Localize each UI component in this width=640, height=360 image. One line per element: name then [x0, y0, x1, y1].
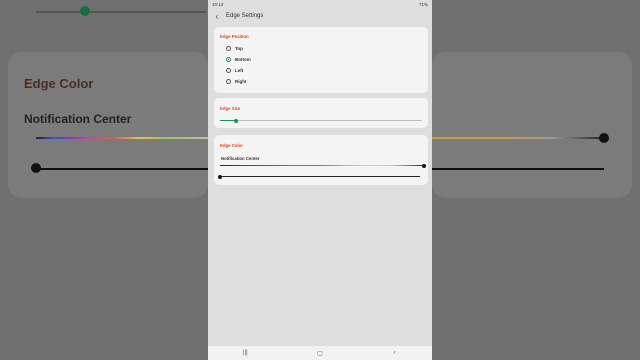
- app-bar: ‹ Edge Settings: [208, 9, 432, 23]
- edge-size-slider-track[interactable]: [220, 120, 422, 121]
- edge-color-title: Edge Color: [220, 143, 243, 148]
- brightness-slider-thumb[interactable]: [218, 174, 222, 179]
- edge-position-title: Edge Position: [220, 34, 249, 39]
- bg-size-thumb: [80, 6, 90, 16]
- bg-hue-line: [36, 137, 208, 139]
- status-time: 10:13: [212, 1, 224, 7]
- edge-size-slider-thumb[interactable]: [234, 118, 239, 123]
- edge-color-card: Edge Color Notification Center: [214, 135, 428, 185]
- page-title: Edge Settings: [226, 13, 264, 19]
- bg-size-track: [36, 11, 206, 13]
- phone-screen: 10:13 71% ‹ Edge Settings Edge Position …: [208, 0, 432, 360]
- chevron-left-icon[interactable]: ‹: [212, 12, 222, 21]
- hue-slider-thumb[interactable]: [422, 163, 426, 168]
- radio-button[interactable]: [226, 67, 231, 73]
- bg-edge-color-title: Edge Color: [24, 76, 94, 91]
- hue-slider-track[interactable]: [220, 165, 426, 167]
- bg-right-card: [432, 52, 632, 198]
- radio-label: Top: [235, 45, 243, 51]
- radio-label: Right: [235, 78, 247, 84]
- radio-option-right[interactable]: Right: [226, 77, 247, 85]
- radio-button[interactable]: [226, 45, 231, 51]
- edge-size-card: Edge Size: [214, 98, 428, 128]
- status-battery: 71%: [418, 1, 428, 7]
- radio-label: Left: [235, 67, 244, 73]
- home-icon[interactable]: ▢: [310, 350, 330, 357]
- bg-brightness-thumb: [31, 163, 41, 173]
- edge-size-title: Edge Size: [220, 106, 241, 111]
- bg-brightness-line-right: [432, 168, 604, 170]
- recent-apps-icon[interactable]: |||: [235, 350, 255, 356]
- radio-option-left[interactable]: Left: [226, 66, 243, 74]
- status-bar: 10:13 71%: [208, 0, 432, 8]
- brightness-slider-track[interactable]: [220, 176, 420, 177]
- edge-position-card: Edge Position Top Bottom Left Right: [214, 27, 428, 93]
- radio-button[interactable]: [226, 78, 231, 84]
- navigation-bar: ||| ▢ ‹: [208, 346, 432, 360]
- bg-hue-line-right: [432, 137, 604, 139]
- radio-button-selected[interactable]: [226, 56, 231, 62]
- back-icon[interactable]: ‹: [385, 350, 405, 356]
- bg-brightness-line: [36, 168, 208, 170]
- radio-option-bottom[interactable]: Bottom: [226, 55, 251, 63]
- bg-hue-thumb: [599, 133, 609, 143]
- radio-option-top[interactable]: Top: [226, 44, 243, 52]
- bg-notification-center: Notification Center: [24, 112, 132, 126]
- notification-center-label: Notification Center: [221, 156, 260, 161]
- radio-label: Bottom: [235, 56, 251, 62]
